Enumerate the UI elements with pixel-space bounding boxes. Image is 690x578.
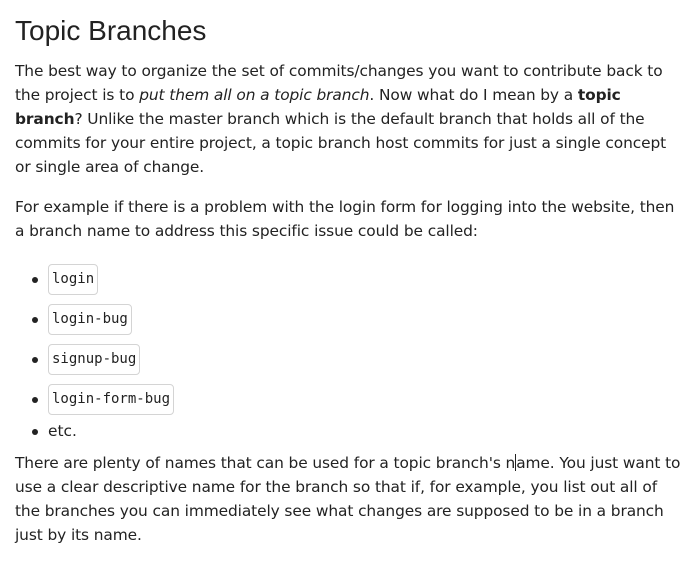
branch-name-code: login-form-bug <box>48 383 175 415</box>
list-item: login-bug <box>32 299 682 339</box>
page-title: Topic Branches <box>15 15 207 46</box>
branch-name-code: login-bug <box>48 303 132 335</box>
list-item: login-form-bug <box>32 379 682 419</box>
branch-name-list: login login-bug signup-bug login-form-bu… <box>15 259 682 443</box>
list-item-etc: etc. <box>32 419 682 443</box>
list-item: signup-bug <box>32 339 682 379</box>
closing-text-a: There are plenty of names that can be us… <box>15 454 516 472</box>
intro-text-b: . Now what do I mean by a <box>369 86 578 104</box>
list-item: login <box>32 259 682 299</box>
document: Topic Branches The best way to organize … <box>0 0 690 547</box>
example-paragraph: For example if there is a problem with t… <box>15 198 675 240</box>
intro-paragraph: The best way to organize the set of comm… <box>15 59 682 179</box>
closing-paragraph[interactable]: There are plenty of names that can be us… <box>15 451 682 547</box>
intro-text-c: ? Unlike the master branch which is the … <box>15 110 667 176</box>
branch-name-code: signup-bug <box>48 343 141 375</box>
intro-emphasis: put them all on a topic branch <box>139 86 370 104</box>
branch-name-code: login <box>48 263 99 295</box>
